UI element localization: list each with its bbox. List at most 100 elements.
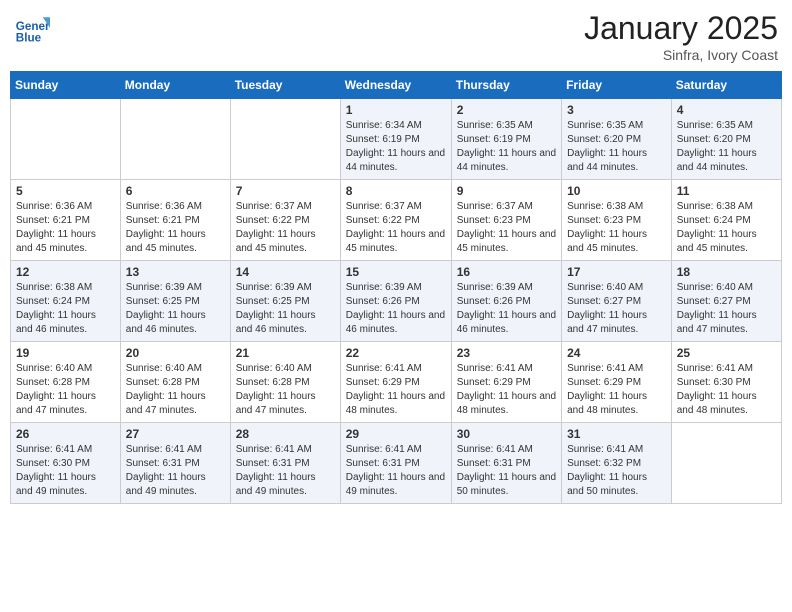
day-number: 27 <box>126 427 225 441</box>
logo: General Blue <box>14 10 50 46</box>
day-info: Sunrise: 6:40 AM Sunset: 6:27 PM Dayligh… <box>677 281 776 337</box>
calendar-cell: 9Sunrise: 6:37 AM Sunset: 6:23 PM Daylig… <box>451 180 561 261</box>
calendar-cell: 16 Sunrise: 6:39 AM Sunset: 6:26 PM Dayli… <box>451 261 561 342</box>
calendar-week-row: 26Sunrise: 6:41 AM Sunset: 6:30 PM Dayli… <box>11 423 782 504</box>
day-number: 20 <box>126 346 225 360</box>
calendar-cell: 30 Sunrise: 6:41 AM Sunset: 6:31 PM Dayli… <box>451 423 561 504</box>
day-number: 5 <box>16 184 115 198</box>
day-number: 16 <box>457 265 556 279</box>
calendar-table: SundayMondayTuesdayWednesdayThursdayFrid… <box>10 71 782 504</box>
calendar-cell: 7Sunrise: 6:37 AM Sunset: 6:22 PM Daylig… <box>230 180 340 261</box>
calendar-cell: 25Sunrise: 6:41 AM Sunset: 6:30 PM Dayli… <box>671 342 781 423</box>
calendar-cell: 1 Sunrise: 6:34 AM Sunset: 6:19 PM Daylig… <box>340 99 451 180</box>
day-number: 10 <box>567 184 666 198</box>
calendar-cell: 6 Sunrise: 6:36 AM Sunset: 6:21 PM Daylig… <box>120 180 230 261</box>
day-number: 28 <box>236 427 335 441</box>
day-info: Sunrise: 6:34 AM Sunset: 6:19 PM Dayligh… <box>346 119 446 175</box>
day-number: 24 <box>567 346 666 360</box>
calendar-cell: 29 Sunrise: 6:41 AM Sunset: 6:31 PM Dayli… <box>340 423 451 504</box>
day-number: 2 <box>457 103 556 117</box>
day-number: 4 <box>677 103 776 117</box>
day-number: 11 <box>677 184 776 198</box>
day-number: 22 <box>346 346 446 360</box>
day-info: Sunrise: 6:38 AM Sunset: 6:24 PM Dayligh… <box>16 281 115 337</box>
day-number: 18 <box>677 265 776 279</box>
calendar-cell: 14Sunrise: 6:39 AM Sunset: 6:25 PM Dayli… <box>230 261 340 342</box>
day-number: 8 <box>346 184 446 198</box>
calendar-cell: 11 Sunrise: 6:38 AM Sunset: 6:24 PM Dayli… <box>671 180 781 261</box>
day-info: Sunrise: 6:41 AM Sunset: 6:31 PM Dayligh… <box>346 443 446 499</box>
day-number: 15 <box>346 265 446 279</box>
calendar-cell: 15 Sunrise: 6:39 AM Sunset: 6:26 PM Dayli… <box>340 261 451 342</box>
day-number: 6 <box>126 184 225 198</box>
calendar-cell: 3 Sunrise: 6:35 AM Sunset: 6:20 PM Daylig… <box>562 99 672 180</box>
calendar-week-row: 19 Sunrise: 6:40 AM Sunset: 6:28 PM Dayli… <box>11 342 782 423</box>
day-info: Sunrise: 6:41 AM Sunset: 6:32 PM Dayligh… <box>567 443 666 499</box>
calendar-week-row: 5 Sunrise: 6:36 AM Sunset: 6:21 PM Daylig… <box>11 180 782 261</box>
day-info: Sunrise: 6:41 AM Sunset: 6:31 PM Dayligh… <box>126 443 225 499</box>
day-info: Sunrise: 6:40 AM Sunset: 6:27 PM Dayligh… <box>567 281 666 337</box>
title-block: January 2025 Sinfra, Ivory Coast <box>584 10 778 63</box>
calendar-cell: 19Sunrise: 6:40 AM Sunset: 6:28 PM Dayli… <box>11 342 121 423</box>
day-info: Sunrise: 6:39 AM Sunset: 6:25 PM Dayligh… <box>126 281 225 337</box>
day-number: 9 <box>457 184 556 198</box>
day-number: 12 <box>16 265 115 279</box>
calendar-body: 1 Sunrise: 6:34 AM Sunset: 6:19 PM Daylig… <box>11 99 782 504</box>
day-info: Sunrise: 6:39 AM Sunset: 6:26 PM Dayligh… <box>457 281 556 337</box>
day-info: Sunrise: 6:41 AM Sunset: 6:29 PM Dayligh… <box>567 362 666 418</box>
calendar-week-row: 12 Sunrise: 6:38 AM Sunset: 6:24 PM Dayli… <box>11 261 782 342</box>
title-location: Sinfra, Ivory Coast <box>584 47 778 63</box>
day-number: 1 <box>346 103 446 117</box>
calendar-cell: 28 Sunrise: 6:41 AM Sunset: 6:31 PM Dayli… <box>230 423 340 504</box>
day-info: Sunrise: 6:35 AM Sunset: 6:20 PM Dayligh… <box>677 119 776 175</box>
day-info: Sunrise: 6:37 AM Sunset: 6:22 PM Dayligh… <box>236 200 335 256</box>
day-number: 3 <box>567 103 666 117</box>
calendar-cell: 17 Sunrise: 6:40 AM Sunset: 6:27 PM Dayli… <box>562 261 672 342</box>
day-number: 29 <box>346 427 446 441</box>
calendar-header-row: SundayMondayTuesdayWednesdayThursdayFrid… <box>11 72 782 99</box>
day-number: 26 <box>16 427 115 441</box>
calendar-cell: 10 Sunrise: 6:38 AM Sunset: 6:23 PM Dayli… <box>562 180 672 261</box>
svg-text:Blue: Blue <box>16 32 42 45</box>
day-info: Sunrise: 6:40 AM Sunset: 6:28 PM Dayligh… <box>236 362 335 418</box>
day-info: Sunrise: 6:36 AM Sunset: 6:21 PM Dayligh… <box>126 200 225 256</box>
calendar-cell: 26Sunrise: 6:41 AM Sunset: 6:30 PM Dayli… <box>11 423 121 504</box>
day-info: Sunrise: 6:38 AM Sunset: 6:23 PM Dayligh… <box>567 200 666 256</box>
day-of-week-header: Wednesday <box>340 72 451 99</box>
calendar-cell: 31Sunrise: 6:41 AM Sunset: 6:32 PM Dayli… <box>562 423 672 504</box>
day-of-week-header: Monday <box>120 72 230 99</box>
day-info: Sunrise: 6:41 AM Sunset: 6:29 PM Dayligh… <box>346 362 446 418</box>
calendar-cell: 18 Sunrise: 6:40 AM Sunset: 6:27 PM Dayli… <box>671 261 781 342</box>
day-number: 23 <box>457 346 556 360</box>
calendar-cell: 8 Sunrise: 6:37 AM Sunset: 6:22 PM Daylig… <box>340 180 451 261</box>
day-info: Sunrise: 6:38 AM Sunset: 6:24 PM Dayligh… <box>677 200 776 256</box>
day-number: 17 <box>567 265 666 279</box>
calendar-cell <box>120 99 230 180</box>
day-number: 13 <box>126 265 225 279</box>
day-info: Sunrise: 6:39 AM Sunset: 6:26 PM Dayligh… <box>346 281 446 337</box>
calendar-cell <box>230 99 340 180</box>
calendar-cell: 2 Sunrise: 6:35 AM Sunset: 6:19 PM Daylig… <box>451 99 561 180</box>
day-number: 19 <box>16 346 115 360</box>
day-number: 14 <box>236 265 335 279</box>
calendar-cell: 23 Sunrise: 6:41 AM Sunset: 6:29 PM Dayli… <box>451 342 561 423</box>
day-of-week-header: Saturday <box>671 72 781 99</box>
day-info: Sunrise: 6:35 AM Sunset: 6:20 PM Dayligh… <box>567 119 666 175</box>
day-info: Sunrise: 6:37 AM Sunset: 6:22 PM Dayligh… <box>346 200 446 256</box>
day-of-week-header: Friday <box>562 72 672 99</box>
day-info: Sunrise: 6:41 AM Sunset: 6:31 PM Dayligh… <box>236 443 335 499</box>
day-info: Sunrise: 6:41 AM Sunset: 6:29 PM Dayligh… <box>457 362 556 418</box>
calendar-cell: 13 Sunrise: 6:39 AM Sunset: 6:25 PM Dayli… <box>120 261 230 342</box>
calendar-cell: 5 Sunrise: 6:36 AM Sunset: 6:21 PM Daylig… <box>11 180 121 261</box>
day-info: Sunrise: 6:36 AM Sunset: 6:21 PM Dayligh… <box>16 200 115 256</box>
calendar-cell: 21Sunrise: 6:40 AM Sunset: 6:28 PM Dayli… <box>230 342 340 423</box>
calendar-cell: 12 Sunrise: 6:38 AM Sunset: 6:24 PM Dayli… <box>11 261 121 342</box>
title-month: January 2025 <box>584 10 778 47</box>
day-of-week-header: Thursday <box>451 72 561 99</box>
calendar-week-row: 1 Sunrise: 6:34 AM Sunset: 6:19 PM Daylig… <box>11 99 782 180</box>
calendar-cell: 20Sunrise: 6:40 AM Sunset: 6:28 PM Dayli… <box>120 342 230 423</box>
day-number: 30 <box>457 427 556 441</box>
day-info: Sunrise: 6:41 AM Sunset: 6:31 PM Dayligh… <box>457 443 556 499</box>
day-info: Sunrise: 6:35 AM Sunset: 6:19 PM Dayligh… <box>457 119 556 175</box>
calendar-cell <box>671 423 781 504</box>
